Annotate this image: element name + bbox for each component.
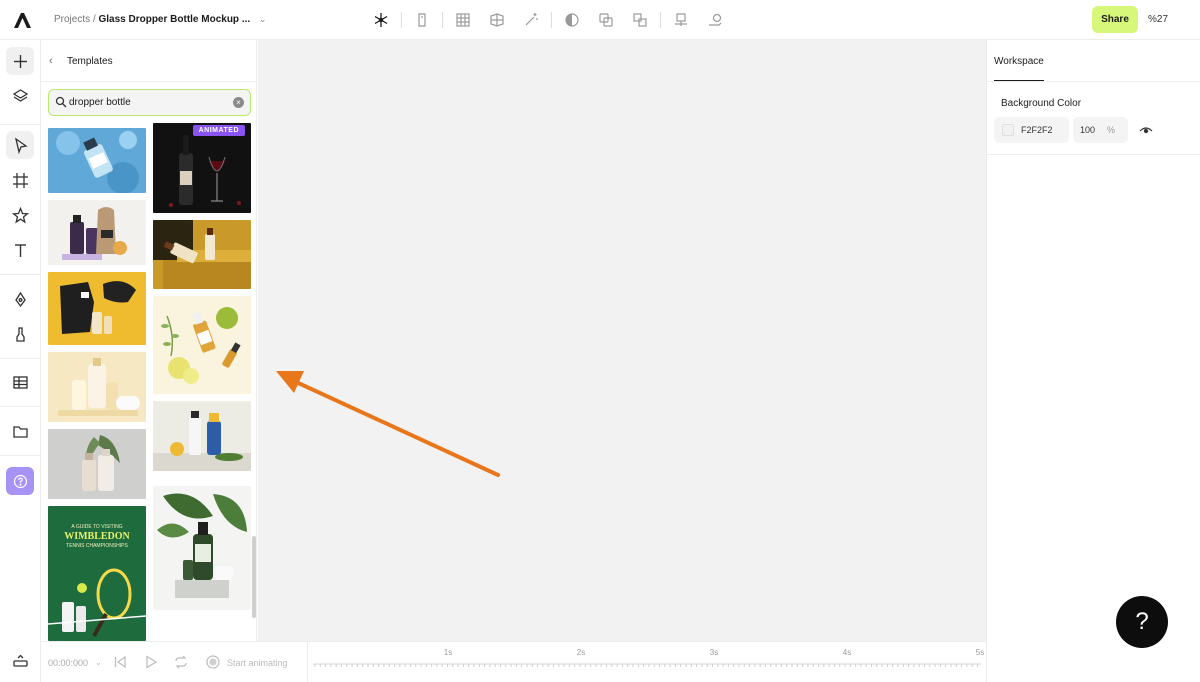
svg-text:A GUIDE TO VISITING: A GUIDE TO VISITING <box>71 524 122 530</box>
back-arrow-icon[interactable]: ‹ <box>49 55 53 67</box>
add-icon[interactable] <box>6 47 34 75</box>
background-color-field[interactable]: F2F2F2 <box>994 117 1069 143</box>
pen-tool-icon[interactable] <box>6 285 34 313</box>
tab-workspace[interactable]: Workspace <box>994 56 1044 67</box>
search-icon <box>55 96 67 108</box>
align-icon[interactable] <box>670 9 692 31</box>
timeline-ruler[interactable]: 1s 2s 3s 4s 5s <box>313 648 985 678</box>
template-thumbnail[interactable] <box>48 200 146 265</box>
animated-badge: ANIMATED <box>192 125 245 136</box>
zoom-level[interactable]: %27 <box>1148 14 1168 25</box>
table-icon[interactable] <box>6 368 34 396</box>
project-name[interactable]: Glass Dropper Bottle Mockup ... <box>98 14 250 25</box>
grid-icon[interactable] <box>452 9 474 31</box>
record-icon[interactable] <box>206 655 220 669</box>
select-pointer-icon[interactable] <box>6 131 34 159</box>
star-shape-icon[interactable] <box>6 201 34 229</box>
play-icon[interactable] <box>144 655 158 669</box>
opacity-field[interactable]: 100 % <box>1073 117 1128 143</box>
templates-header: ‹ Templates <box>41 40 256 82</box>
help-chat-button[interactable]: ? <box>1116 596 1168 648</box>
template-thumbnail[interactable] <box>48 272 146 345</box>
tick-label: 2s <box>576 648 586 657</box>
folder-icon[interactable] <box>6 417 34 445</box>
chevron-down-icon[interactable]: ⌄ <box>259 14 267 25</box>
template-thumbnail[interactable]: A GUIDE TO VISITING WIMBLEDON TENNIS CHAMP… <box>48 506 146 641</box>
layers-icon[interactable] <box>6 82 34 110</box>
share-button[interactable]: Share <box>1092 6 1138 33</box>
left-tool-rail <box>0 40 41 682</box>
start-animating-button[interactable]: Start animating <box>227 658 288 668</box>
color-hex-value[interactable]: F2F2F2 <box>1021 125 1053 135</box>
opacity-unit: % <box>1107 125 1116 135</box>
canvas-workspace[interactable] <box>258 40 986 641</box>
divider <box>660 12 661 28</box>
search-value[interactable]: dropper bottle <box>69 97 131 108</box>
templates-panel: ‹ Templates dropper bottle × A GUIDE TO … <box>41 40 257 641</box>
toolbar-center <box>370 9 726 31</box>
opacity-value[interactable]: 100 <box>1080 125 1095 135</box>
tick-label: 3s <box>709 648 719 657</box>
tick-label: 4s <box>842 648 852 657</box>
svg-text:WIMBLEDON: WIMBLEDON <box>64 531 130 542</box>
chevron-down-icon[interactable]: ⌄ <box>95 658 102 667</box>
text-tool-icon[interactable] <box>6 236 34 264</box>
breadcrumb[interactable]: Projects / Glass Dropper Bottle Mockup .… <box>54 14 267 25</box>
search-input[interactable]: dropper bottle × <box>48 89 251 116</box>
brush-icon[interactable] <box>6 320 34 348</box>
time-value[interactable]: 00:00:000 <box>48 658 88 668</box>
template-thumbnail[interactable] <box>153 296 251 394</box>
mockup-icon[interactable] <box>411 9 433 31</box>
color-swatch[interactable] <box>1002 124 1014 136</box>
ruler-ticks <box>313 663 981 667</box>
app-logo-icon[interactable] <box>12 10 32 30</box>
tick-label: 5s <box>975 648 985 657</box>
skip-back-icon[interactable] <box>113 655 127 669</box>
timeline-toggle-icon[interactable] <box>6 647 34 675</box>
template-thumbnail-animated[interactable]: ANIMATED <box>153 123 251 213</box>
clear-search-icon[interactable]: × <box>233 97 244 108</box>
background-color-label: Background Color <box>1001 98 1082 109</box>
eye-icon[interactable] <box>1139 124 1153 136</box>
panel-scrollbar[interactable] <box>252 536 256 618</box>
help-icon[interactable] <box>6 467 34 495</box>
breadcrumb-projects[interactable]: Projects / <box>54 14 96 25</box>
template-thumbnail[interactable] <box>153 220 251 289</box>
cube-icon[interactable] <box>486 9 508 31</box>
timeline-bar: 00:00:000 ⌄ Start animating 1s 2s 3s 4s … <box>41 641 986 682</box>
template-thumbnail[interactable] <box>153 486 251 610</box>
template-thumbnail[interactable] <box>153 401 251 471</box>
template-thumbnail[interactable] <box>48 352 146 422</box>
panel-title: Templates <box>67 56 113 67</box>
union-icon[interactable] <box>595 9 617 31</box>
ai-sparkle-icon[interactable] <box>370 9 392 31</box>
template-thumbnail[interactable] <box>48 128 146 193</box>
magic-wand-icon[interactable] <box>520 9 542 31</box>
path-icon[interactable] <box>704 9 726 31</box>
template-thumbnail[interactable] <box>48 429 146 499</box>
loop-icon[interactable] <box>174 655 188 669</box>
annotation-arrow-icon <box>276 371 500 477</box>
divider <box>401 12 402 28</box>
tick-label: 1s <box>443 648 453 657</box>
svg-text:TENNIS CHAMPIONSHIPS: TENNIS CHAMPIONSHIPS <box>66 543 128 549</box>
divider <box>551 12 552 28</box>
frame-icon[interactable] <box>6 166 34 194</box>
mask-icon[interactable] <box>561 9 583 31</box>
divider <box>442 12 443 28</box>
top-bar: Projects / Glass Dropper Bottle Mockup .… <box>0 0 1200 40</box>
properties-panel: Workspace Background Color F2F2F2 100 % <box>986 40 1200 682</box>
subtract-icon[interactable] <box>629 9 651 31</box>
